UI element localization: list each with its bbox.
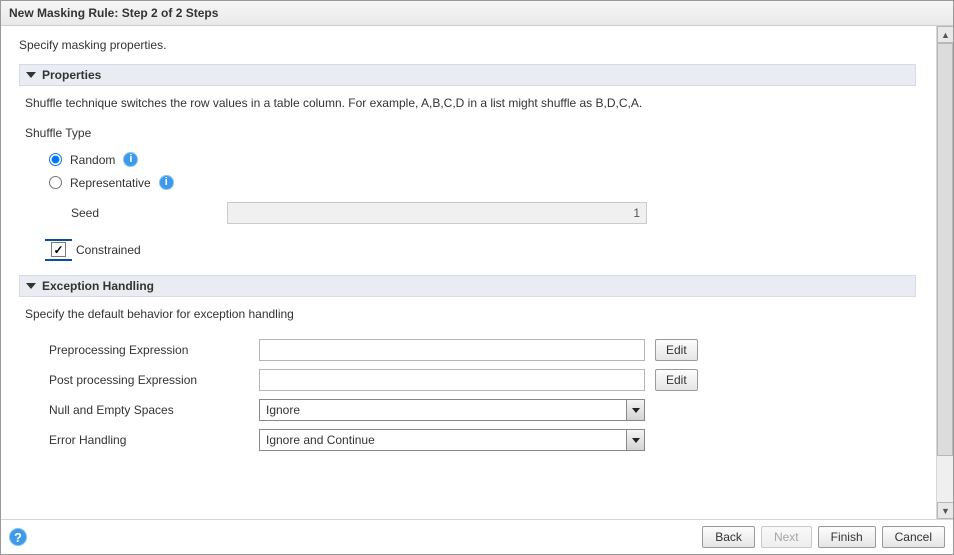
preprocessing-input[interactable] xyxy=(259,339,645,361)
seed-row: Seed xyxy=(25,194,910,232)
back-button[interactable]: Back xyxy=(702,526,755,548)
scroll-track[interactable] xyxy=(937,43,953,502)
seed-input xyxy=(227,202,647,224)
footer-buttons: Back Next Finish Cancel xyxy=(702,526,945,548)
disclosure-triangle-icon xyxy=(26,283,36,289)
error-handling-select[interactable]: Ignore and Continue xyxy=(259,429,645,451)
row-null-empty: Null and Empty Spaces Ignore xyxy=(25,395,910,425)
next-button: Next xyxy=(761,526,812,548)
help-icon[interactable]: ? xyxy=(9,528,27,546)
scroll-thumb[interactable] xyxy=(937,43,953,456)
seed-label: Seed xyxy=(71,206,211,220)
radio-random-label: Random xyxy=(70,153,115,167)
content-area: Specify masking properties. Properties S… xyxy=(1,26,953,519)
chevron-down-icon xyxy=(626,430,644,450)
radio-representative[interactable] xyxy=(49,176,62,189)
edit-preprocessing-button[interactable]: Edit xyxy=(655,339,698,361)
section-header-properties[interactable]: Properties xyxy=(19,64,916,86)
postprocessing-input[interactable] xyxy=(259,369,645,391)
row-preprocessing: Preprocessing Expression Edit xyxy=(25,335,910,365)
dialog-window: New Masking Rule: Step 2 of 2 Steps Spec… xyxy=(0,0,954,555)
disclosure-triangle-icon xyxy=(26,72,36,78)
cancel-button[interactable]: Cancel xyxy=(882,526,945,548)
info-icon[interactable]: i xyxy=(123,152,138,167)
edit-postprocessing-button[interactable]: Edit xyxy=(655,369,698,391)
exception-intro: Specify the default behavior for excepti… xyxy=(25,307,910,321)
properties-description: Shuffle technique switches the row value… xyxy=(25,96,910,110)
constrained-label: Constrained xyxy=(76,243,141,257)
error-handling-label: Error Handling xyxy=(49,433,249,447)
radio-representative-label: Representative xyxy=(70,176,151,190)
properties-body: Shuffle technique switches the row value… xyxy=(19,96,916,275)
constrained-row: Constrained xyxy=(25,232,910,261)
null-empty-select[interactable]: Ignore xyxy=(259,399,645,421)
exception-body: Specify the default behavior for excepti… xyxy=(19,307,916,469)
error-handling-value: Ignore and Continue xyxy=(260,430,626,450)
info-icon[interactable]: i xyxy=(159,175,174,190)
section-title-exception: Exception Handling xyxy=(42,279,154,293)
constrained-checkbox-wrap[interactable] xyxy=(49,242,68,257)
scroll-up-button[interactable]: ▲ xyxy=(937,26,953,43)
vertical-scrollbar[interactable]: ▲ ▼ xyxy=(936,26,953,519)
null-empty-value: Ignore xyxy=(260,400,626,420)
chevron-down-icon xyxy=(626,400,644,420)
finish-button[interactable]: Finish xyxy=(818,526,876,548)
page-instruction: Specify masking properties. xyxy=(19,38,916,52)
preprocessing-label: Preprocessing Expression xyxy=(49,343,249,357)
row-error-handling: Error Handling Ignore and Continue xyxy=(25,425,910,455)
postprocessing-label: Post processing Expression xyxy=(49,373,249,387)
radio-row-representative: Representative i xyxy=(25,171,910,194)
checkbox-checked-icon xyxy=(51,242,66,257)
shuffle-type-label: Shuffle Type xyxy=(25,126,910,140)
window-title: New Masking Rule: Step 2 of 2 Steps xyxy=(1,1,953,26)
scroll-down-button[interactable]: ▼ xyxy=(937,502,953,519)
content-scroll: Specify masking properties. Properties S… xyxy=(1,26,936,519)
null-empty-label: Null and Empty Spaces xyxy=(49,403,249,417)
radio-random[interactable] xyxy=(49,153,62,166)
row-postprocessing: Post processing Expression Edit xyxy=(25,365,910,395)
section-title-properties: Properties xyxy=(42,68,101,82)
radio-row-random: Random i xyxy=(25,148,910,171)
section-header-exception[interactable]: Exception Handling xyxy=(19,275,916,297)
dialog-footer: ? Back Next Finish Cancel xyxy=(1,519,953,554)
